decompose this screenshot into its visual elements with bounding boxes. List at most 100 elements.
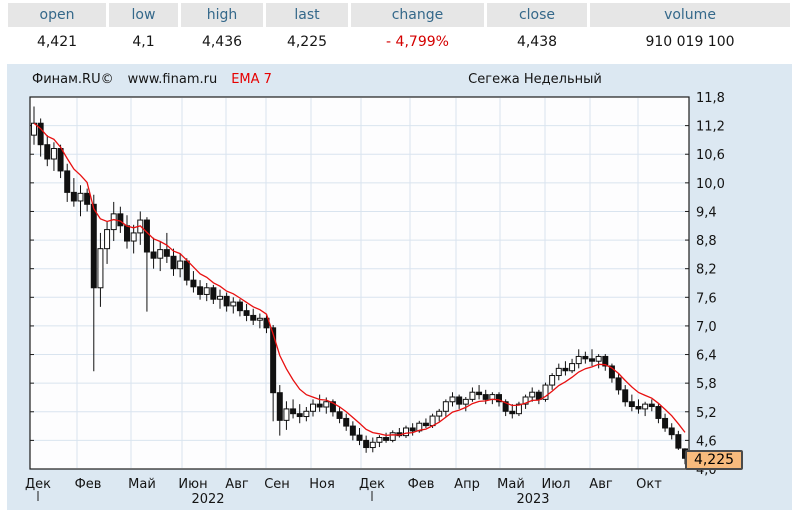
- y-axis-label: 10,6: [696, 148, 725, 163]
- y-axis-label: 9,4: [696, 205, 717, 220]
- candle-body: [51, 149, 56, 159]
- x-axis-year-label: 2022: [191, 492, 224, 507]
- candle-body: [58, 149, 63, 171]
- candle-body: [204, 288, 209, 295]
- candle-body: [231, 302, 236, 306]
- y-axis-label: 8,2: [696, 263, 717, 278]
- candle-body: [284, 409, 289, 420]
- instrument-title: Сегежа Недельный: [455, 72, 615, 87]
- candle-body: [244, 311, 249, 316]
- candle-body: [164, 250, 169, 257]
- candle-body: [437, 411, 442, 416]
- candle-body: [125, 226, 130, 241]
- candle-body: [344, 418, 349, 426]
- x-axis-month-label: Июл: [542, 477, 571, 492]
- candle-body: [211, 288, 216, 299]
- candle-body: [616, 378, 621, 390]
- x-axis-month-label: Фев: [408, 477, 435, 492]
- candle-body: [450, 397, 455, 402]
- chart-title-row: Финам.RU© www.finam.ru EMA 7: [32, 72, 272, 87]
- candle-body: [218, 296, 223, 299]
- candle-body: [384, 438, 389, 441]
- y-axis-label: 8,8: [696, 234, 717, 249]
- candle-body: [71, 192, 76, 201]
- candle-body: [171, 256, 176, 268]
- x-axis-month-label: Май: [128, 477, 156, 492]
- x-axis-month-label: Сен: [264, 477, 290, 492]
- candle-body: [198, 287, 203, 295]
- candle-body: [423, 423, 428, 425]
- candle-body: [251, 315, 256, 320]
- candle-body: [663, 418, 668, 428]
- candle-body: [636, 407, 641, 409]
- candle-body: [237, 302, 242, 311]
- candle-body: [570, 364, 575, 371]
- candle-body: [337, 412, 342, 419]
- last-price-tag: 4,225: [685, 450, 743, 470]
- x-axis-year-label: 2023: [516, 492, 549, 507]
- candle-body: [483, 395, 488, 400]
- candle-body: [291, 409, 296, 414]
- candle-body: [563, 368, 568, 370]
- x-axis-month-label: Дек: [25, 477, 51, 492]
- candle-body: [350, 426, 355, 435]
- x-axis-month-label: Апр: [454, 477, 480, 492]
- x-axis-month-label: Авг: [225, 477, 249, 492]
- candle-body: [178, 261, 183, 269]
- candle-body: [45, 145, 50, 159]
- candle-body: [98, 249, 103, 288]
- candle-body: [191, 280, 196, 287]
- candle-body: [410, 428, 415, 431]
- candle-body: [144, 220, 149, 252]
- candle-body: [357, 435, 362, 440]
- candle-body: [404, 428, 409, 436]
- candle-body: [277, 393, 282, 421]
- candle-body: [317, 404, 322, 407]
- candle-body: [377, 438, 382, 443]
- x-axis-month-label: Июн: [178, 477, 207, 492]
- candle-body: [370, 442, 375, 447]
- y-axis-label: 11,2: [696, 120, 725, 135]
- candle-body: [556, 368, 561, 375]
- candle-body: [324, 402, 329, 407]
- candle-body: [510, 411, 515, 413]
- candle-body: [596, 356, 601, 361]
- candle-body: [649, 404, 654, 406]
- candle-body: [457, 397, 462, 404]
- candle-body: [443, 402, 448, 412]
- candle-body: [364, 440, 369, 447]
- y-axis-label: 5,8: [696, 377, 717, 392]
- y-axis-label: 5,2: [696, 406, 717, 421]
- candle-body: [91, 204, 96, 287]
- candle-body: [550, 376, 555, 386]
- candle-body: [470, 392, 475, 399]
- x-axis-month-label: Май: [497, 477, 525, 492]
- candle-body: [131, 233, 136, 241]
- site-link[interactable]: www.finam.ru: [128, 72, 218, 87]
- y-axis-label: 4,6: [696, 434, 717, 449]
- candle-body: [111, 214, 116, 230]
- candle-body: [65, 171, 70, 192]
- candle-body: [590, 359, 595, 361]
- source-label: Финам.RU©: [32, 72, 114, 87]
- candle-body: [297, 414, 302, 417]
- candle-body: [643, 404, 648, 409]
- x-axis-month-label: Фев: [75, 477, 102, 492]
- ema-indicator-label: EMA 7: [231, 72, 272, 87]
- x-axis-month-label: Дек: [359, 477, 385, 492]
- candle-body: [224, 296, 229, 306]
- y-axis-label: 7,0: [696, 320, 717, 335]
- x-axis-month-label: Авг: [589, 477, 613, 492]
- candle-body: [311, 404, 316, 411]
- candle-body: [151, 252, 156, 258]
- y-axis-label: 10,0: [696, 177, 725, 192]
- candle-body: [676, 435, 681, 448]
- candle-body: [85, 193, 90, 204]
- candle-body: [656, 407, 661, 419]
- x-axis-month-label: Ноя: [309, 477, 335, 492]
- candle-body: [304, 411, 309, 416]
- candle-body: [158, 250, 163, 259]
- candle-body: [530, 392, 535, 397]
- candle-body: [105, 230, 110, 249]
- candle-body: [78, 193, 83, 201]
